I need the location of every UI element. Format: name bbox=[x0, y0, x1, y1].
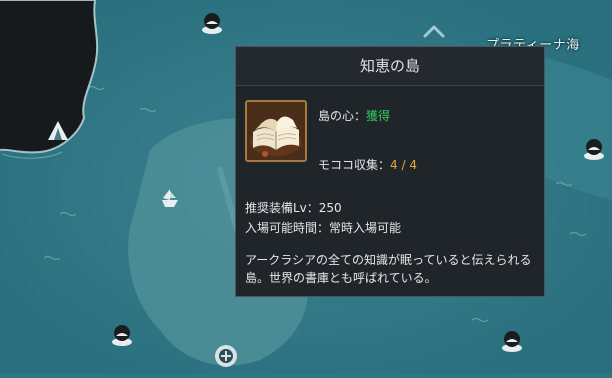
mokoko-status: モココ収集：4 / 4 bbox=[318, 156, 417, 173]
camp-tent-icon[interactable] bbox=[46, 118, 70, 144]
entry-time: 入場可能時間：常時入場可能 bbox=[245, 221, 402, 235]
island-icon[interactable] bbox=[500, 328, 524, 354]
island-description: アークラシアの全ての知識が眠っていると伝えられる島。世界の書庫とも呼ばれている。 bbox=[245, 253, 532, 285]
open-book-icon bbox=[245, 100, 307, 162]
island-heart-status: 島の心：獲得 bbox=[318, 107, 390, 124]
island-tooltip: 知恵の島 島の心：獲得 モココ収集：4 / 4 推奨装備Lv：250 入場可能時… bbox=[235, 46, 545, 297]
mokoko-label: モココ収集： bbox=[318, 158, 391, 172]
island-icon[interactable] bbox=[110, 322, 134, 348]
mokoko-count: 4 / 4 bbox=[390, 158, 417, 172]
island-heart-value: 獲得 bbox=[366, 109, 391, 123]
island-icon[interactable] bbox=[200, 10, 224, 36]
tooltip-title: 知恵の島 bbox=[236, 47, 544, 86]
island-heart-label: 島の心： bbox=[318, 109, 367, 123]
island-icon[interactable] bbox=[582, 136, 606, 162]
ruins-icon[interactable] bbox=[212, 342, 240, 370]
chevron-up-icon[interactable] bbox=[422, 22, 446, 40]
recommended-level: 推奨装備Lv：250 bbox=[245, 201, 342, 215]
ship-icon[interactable] bbox=[158, 186, 182, 212]
